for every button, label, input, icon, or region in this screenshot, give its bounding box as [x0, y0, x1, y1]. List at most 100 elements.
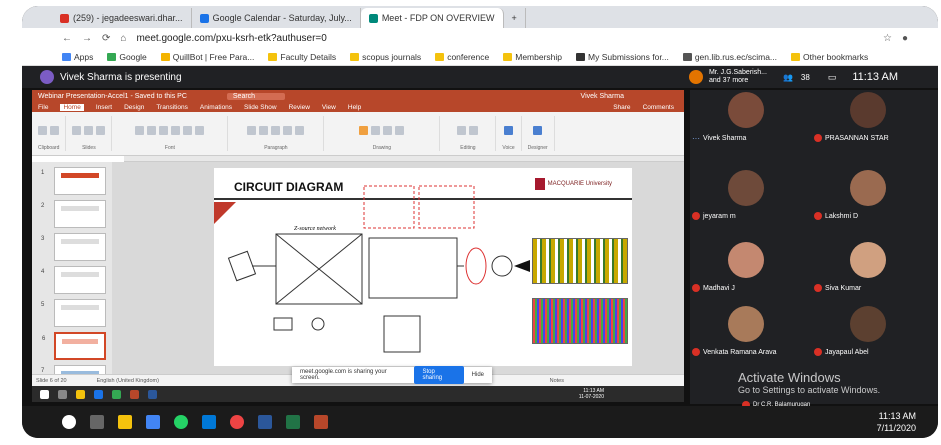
avatar: [728, 170, 764, 206]
menu-help[interactable]: Help: [348, 104, 361, 111]
comments-button[interactable]: Comments: [643, 104, 674, 111]
menu-view[interactable]: View: [322, 104, 336, 111]
participant-tile[interactable]: Lakshmi D: [812, 168, 922, 228]
slide-thumbnail[interactable]: 4: [41, 266, 106, 294]
menu-insert[interactable]: Insert: [96, 104, 112, 111]
search-icon[interactable]: [58, 389, 67, 399]
bookmark-item[interactable]: conference: [435, 52, 489, 62]
forward-icon[interactable]: →: [82, 33, 92, 44]
menu-slide-show[interactable]: Slide Show: [244, 104, 277, 111]
explorer-icon[interactable]: [76, 389, 85, 399]
ribbon-group: Editing: [446, 116, 497, 151]
address-bar: ← → ⟳ ⌂ meet.google.com/pxu-ksrh-etk?aut…: [22, 28, 938, 48]
browser-tab[interactable]: (259) - jegadeeswari.dhar...: [52, 8, 192, 28]
presenter-avatar: [40, 70, 54, 84]
star-icon[interactable]: ☆: [883, 33, 892, 44]
home-icon[interactable]: ⌂: [120, 33, 126, 44]
meet-icon: [368, 13, 378, 23]
participant-tile[interactable]: PRASANNAN STAR: [812, 90, 922, 150]
participant-tile[interactable]: Siva Kumar: [812, 240, 922, 300]
arrow: [514, 260, 530, 272]
mail-icon[interactable]: [202, 415, 216, 429]
slide-thumbnail[interactable]: 5: [41, 299, 106, 327]
ribbon-group: Slides: [72, 116, 113, 151]
bookmark-item[interactable]: Other bookmarks: [791, 52, 868, 62]
share-button[interactable]: Share: [613, 104, 630, 111]
browser-tab[interactable]: Google Calendar - Saturday, July...: [192, 8, 361, 28]
bookmark-item[interactable]: Faculty Details: [268, 52, 336, 62]
ppt-menu-bar: File Home Insert Design Transitions Anim…: [32, 102, 684, 112]
bookmark-item[interactable]: Google: [107, 52, 147, 62]
edge-icon[interactable]: [94, 389, 103, 399]
slide-thumbnail-selected[interactable]: 6: [42, 332, 106, 360]
speaking-icon: ···: [692, 134, 700, 143]
windows-icon[interactable]: [40, 389, 49, 399]
avatar: [850, 92, 886, 128]
chat-icon[interactable]: ▭: [828, 72, 837, 83]
youtube-icon: [60, 13, 69, 23]
screen-frame: (259) - jegadeeswari.dhar... Google Cale…: [22, 6, 938, 438]
task-view-icon[interactable]: [90, 415, 104, 429]
file-explorer-icon[interactable]: [118, 415, 132, 429]
people-icon[interactable]: 👥: [783, 73, 793, 82]
menu-animations[interactable]: Animations: [200, 104, 232, 111]
bookmark-item[interactable]: Membership: [503, 52, 562, 62]
pv-panel: [227, 250, 257, 282]
store-icon[interactable]: [146, 415, 160, 429]
participant-tile[interactable]: Jayapaul Abel: [812, 304, 922, 364]
others-avatar: [688, 70, 703, 84]
participant-count: 38: [800, 72, 810, 82]
screen-share-notice: meet.google.com is sharing your screen. …: [292, 366, 492, 384]
avatar: [850, 306, 886, 342]
bookmark-item[interactable]: QuillBot | Free Para...: [160, 52, 254, 62]
bookmark-item[interactable]: scopus journals: [350, 52, 421, 62]
profile-icon[interactable]: ●: [902, 33, 908, 44]
current-slide[interactable]: CIRCUIT DIAGRAM MACQUARIE University Z-s…: [214, 168, 632, 366]
word-taskbar-icon[interactable]: [258, 415, 272, 429]
accent-triangle: [214, 202, 236, 224]
new-tab-button[interactable]: +: [504, 8, 526, 28]
slide-thumbnail[interactable]: 2: [41, 200, 106, 228]
system-clock: 11:13 AM 7/11/2020: [876, 411, 916, 433]
participant-tile[interactable]: jeyaram m: [690, 168, 800, 228]
slide-thumbnail[interactable]: 3: [41, 233, 106, 261]
back-icon[interactable]: ←: [62, 33, 72, 44]
hide-button[interactable]: Hide: [472, 372, 484, 378]
bookmark-item[interactable]: My Submissions for...: [576, 52, 669, 62]
ppt-search-box[interactable]: Search: [226, 92, 286, 100]
powerpoint-taskbar-icon[interactable]: [314, 415, 328, 429]
filter: [465, 247, 487, 285]
menu-review[interactable]: Review: [289, 104, 310, 111]
slide-thumbnails: 1 2 3 4 5 6 7: [32, 162, 112, 393]
inverter-bridge: [368, 237, 458, 299]
browser-tab-active[interactable]: Meet - FDP ON OVERVIEW: [360, 8, 504, 28]
menu-transitions[interactable]: Transitions: [156, 104, 188, 111]
menu-home[interactable]: Home: [60, 103, 84, 111]
notes-button[interactable]: Notes: [550, 378, 564, 384]
ribbon-group: Voice: [502, 116, 522, 151]
browser-tab-bar: (259) - jegadeeswari.dhar... Google Cale…: [22, 6, 938, 28]
menu-file[interactable]: File: [38, 104, 48, 111]
chrome-icon[interactable]: [112, 389, 121, 399]
participant-tile[interactable]: Venkata Ramana Arava: [690, 304, 800, 364]
powerpoint-icon[interactable]: [130, 389, 139, 399]
excel-taskbar-icon[interactable]: [286, 415, 300, 429]
mic-off-icon: [692, 212, 700, 220]
mic-off-icon: [814, 212, 822, 220]
menu-design[interactable]: Design: [124, 104, 144, 111]
chrome-taskbar-icon[interactable]: [230, 415, 244, 429]
ribbon-group: Clipboard: [38, 116, 67, 151]
bookmark-item[interactable]: Apps: [62, 52, 93, 62]
participant-tile[interactable]: ··· Vivek Sharma: [690, 90, 800, 150]
reload-icon[interactable]: ⟳: [102, 33, 110, 44]
bookmarks-bar: Apps Google QuillBot | Free Para... Facu…: [22, 48, 938, 66]
mic-off-icon: [814, 134, 822, 142]
word-icon[interactable]: [148, 389, 157, 399]
bookmark-item[interactable]: gen.lib.rus.ec/scima...: [682, 52, 777, 62]
cortana-icon[interactable]: [62, 415, 76, 429]
whatsapp-icon[interactable]: [174, 415, 188, 429]
url-field[interactable]: meet.google.com/pxu-ksrh-etk?authuser=0: [136, 33, 873, 44]
stop-sharing-button[interactable]: Stop sharing: [414, 366, 464, 384]
slide-thumbnail[interactable]: 1: [41, 167, 106, 195]
participant-tile[interactable]: Madhavi J: [690, 240, 800, 300]
